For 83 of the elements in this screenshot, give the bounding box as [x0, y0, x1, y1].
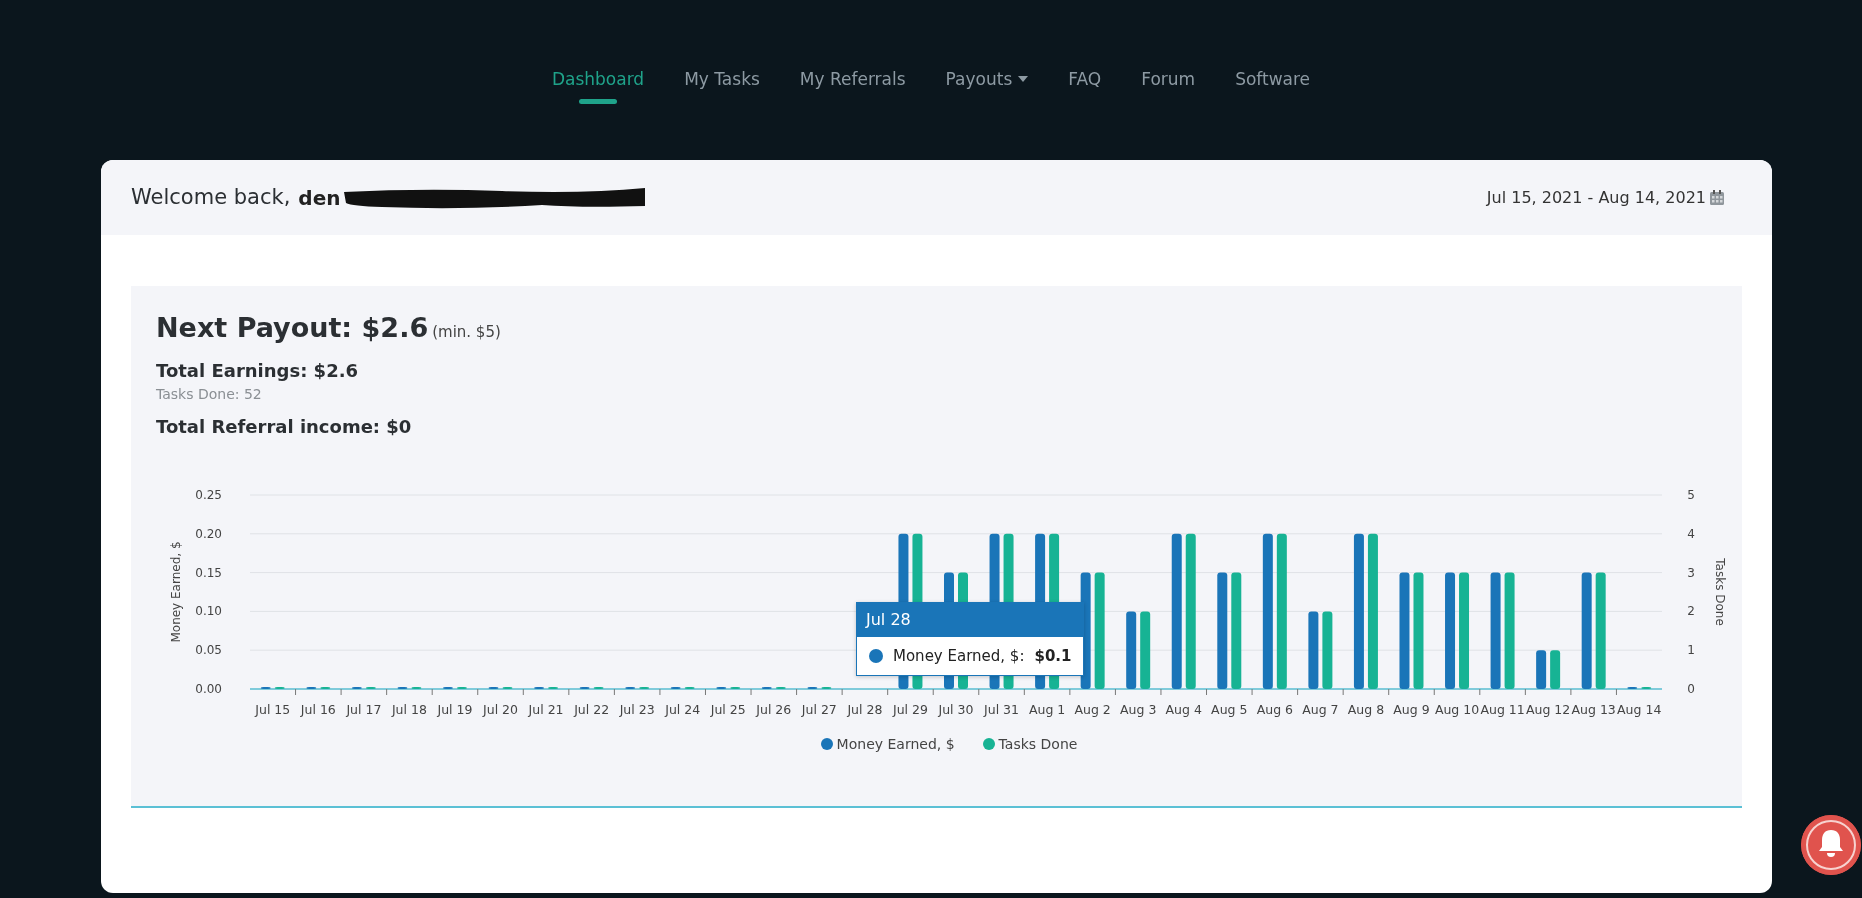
tasks-done: Tasks Done: 52 — [156, 384, 263, 404]
axis-tick-label: 0.00 — [195, 681, 222, 696]
axis-tick-label: Aug 11 — [1480, 701, 1525, 717]
axis-tick-label: Aug 13 — [1571, 701, 1616, 717]
axis-tick-label: Jul 20 — [483, 701, 518, 717]
bar[interactable] — [260, 686, 271, 689]
axis-tick-label: 0.20 — [195, 526, 222, 541]
axis-tick-label: Aug 12 — [1526, 701, 1571, 717]
notification-bell-icon[interactable] — [1801, 815, 1861, 875]
total-earnings: Total Earnings: $2.6 — [156, 358, 360, 383]
axis-tick-label: 4 — [1687, 526, 1695, 541]
tooltip-series: Money Earned, $: — [893, 645, 1025, 667]
axis-tick-label: Aug 1 — [1028, 701, 1066, 717]
axis-tick-label: Jul 25 — [710, 701, 746, 717]
tooltip-title: Jul 28 — [857, 602, 1084, 637]
nav-link[interactable]: Software — [1215, 67, 1331, 91]
axis-tick-label: Aug 7 — [1302, 701, 1339, 717]
axis-tick-label: Aug 5 — [1211, 701, 1248, 717]
bar[interactable] — [351, 686, 362, 689]
nav-link[interactable]: FAQ — [1048, 67, 1122, 91]
nav-link[interactable]: Dashboard — [531, 67, 665, 91]
bar[interactable] — [625, 686, 636, 689]
axis-tick-label: Jul 31 — [984, 701, 1020, 717]
axis-tick-label: 0.05 — [195, 642, 222, 657]
axis-tick-label: 5 — [1687, 487, 1695, 502]
bar[interactable] — [579, 686, 590, 689]
bar[interactable] — [1627, 686, 1638, 689]
axis-tick-label: Aug 10 — [1434, 701, 1480, 717]
axis-tick-label: Aug 3 — [1120, 701, 1157, 717]
legend-label: Money Earned, $ — [836, 734, 955, 754]
axis-tick-label: Jul 16 — [300, 701, 336, 717]
axis-tick-label: Jul 29 — [892, 701, 928, 717]
date-range: Jul 15, 2021 - Aug 14, 2021 — [1486, 186, 1706, 209]
bar[interactable] — [716, 686, 727, 689]
axis-tick-label: 0.25 — [195, 487, 222, 502]
axis-tick-label: Aug 2 — [1074, 701, 1111, 717]
axis-tick-label: Aug 9 — [1393, 701, 1430, 717]
bar[interactable] — [306, 686, 317, 689]
axis-tick-label: Jul 26 — [756, 701, 792, 717]
axis-tick-label: 0.10 — [195, 603, 222, 618]
axis-tick-label: Jul 17 — [346, 701, 382, 717]
referral-income: Total Referral income: $0 — [156, 414, 413, 439]
axis-tick-label: 2 — [1687, 603, 1695, 618]
axis-tick-label: Aug 4 — [1165, 701, 1202, 717]
bar[interactable] — [488, 686, 499, 689]
axis-tick-label: Jul 27 — [801, 701, 837, 717]
axis-tick-label: Jul 28 — [847, 701, 883, 717]
calendar-icon[interactable] — [1710, 190, 1724, 205]
bar[interactable] — [670, 686, 681, 689]
axis-tick-label: Jul 18 — [391, 701, 427, 717]
axis-title: Money Earned, $ — [169, 540, 183, 643]
minimum-payout: (min. $5) — [432, 322, 501, 343]
axis-tick-label: 3 — [1687, 565, 1695, 580]
greeting-text: Welcome back, — [131, 183, 291, 211]
axis-tick-label: Jul 23 — [619, 701, 655, 717]
axis-tick-label: Jul 15 — [255, 701, 291, 717]
user-email: den — [298, 184, 341, 212]
axis-tick-label: Aug 8 — [1347, 701, 1385, 717]
nav-link[interactable]: Forum — [1121, 67, 1216, 91]
nav-link[interactable]: My Tasks — [664, 67, 780, 91]
axis-tick-label: 1 — [1687, 642, 1695, 657]
active-indicator — [579, 99, 618, 104]
axis-tick-label: Aug 14 — [1617, 701, 1662, 717]
legend-label: Tasks Done — [998, 734, 1078, 754]
bar[interactable] — [534, 686, 545, 689]
axis-tick-label: Jul 22 — [574, 701, 610, 717]
axis-tick-label: Jul 30 — [938, 701, 974, 717]
axis-tick-label: Aug 6 — [1256, 701, 1293, 717]
caret-icon — [1018, 76, 1029, 82]
bar[interactable] — [442, 686, 453, 689]
axis-title: Tasks Done — [1713, 557, 1727, 626]
axis-tick-label: Jul 24 — [665, 701, 701, 717]
bar[interactable] — [761, 686, 772, 689]
nav-link[interactable]: My Referrals — [779, 67, 926, 91]
axis-tick-label: 0.15 — [195, 565, 222, 580]
tooltip-value: $0.1 — [1034, 645, 1072, 667]
axis-tick-label: Jul 19 — [437, 701, 473, 717]
next-payout: Next Payout: $2.6 — [156, 311, 429, 345]
bar[interactable] — [397, 686, 408, 689]
axis-tick-label: 0 — [1687, 681, 1695, 696]
bar[interactable] — [807, 686, 818, 689]
nav-dropdown[interactable]: Payouts — [925, 67, 1049, 91]
axis-tick-label: Jul 21 — [528, 701, 564, 717]
